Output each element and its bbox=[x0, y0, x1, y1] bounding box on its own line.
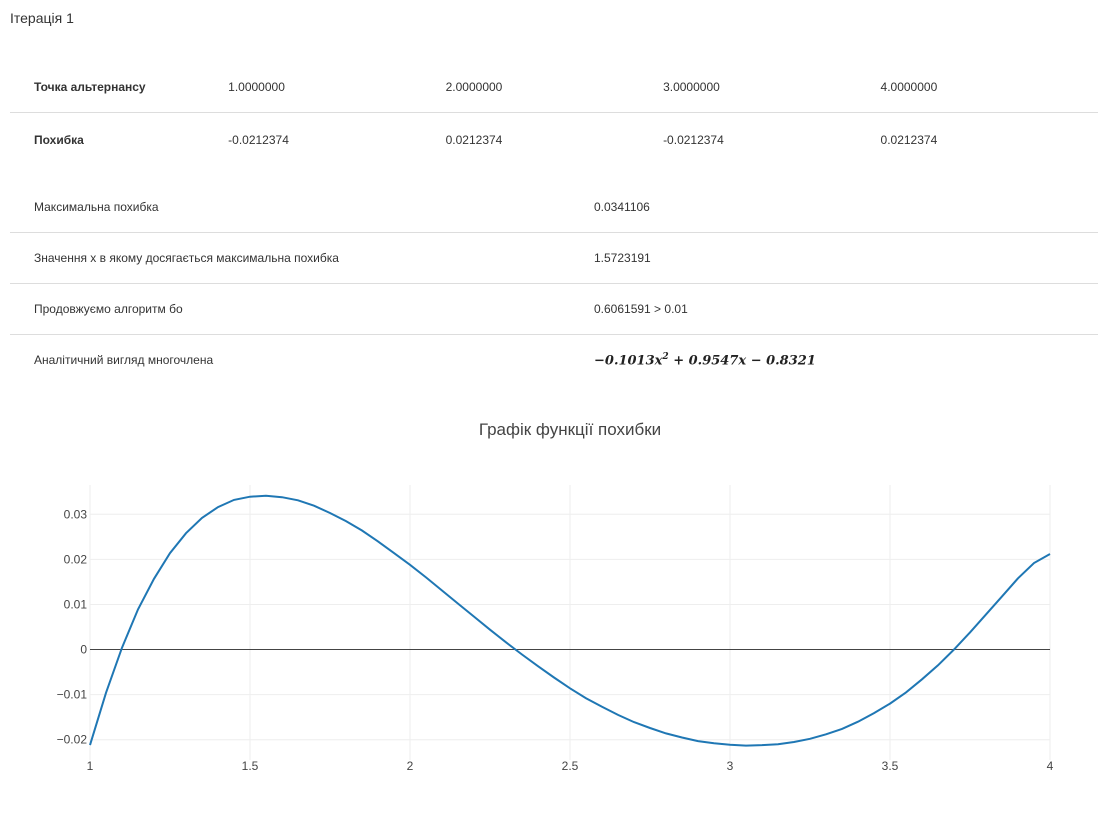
continue-value: 0.6061591 > 0.01 bbox=[594, 302, 688, 316]
alternance-errors-row: Похибка -0.0212374 0.0212374 -0.0212374 … bbox=[10, 113, 1098, 166]
polynomial-row: Аналітичний вигляд многочлена −0.1013x2 … bbox=[10, 335, 1098, 385]
alternance-error-cell: -0.0212374 bbox=[228, 132, 289, 147]
alternance-errors-label: Похибка bbox=[34, 132, 84, 147]
iteration-title: Ітерація 1 bbox=[10, 10, 74, 26]
continue-row: Продовжуємо алгоритм бо 0.6061591 > 0.01 bbox=[10, 284, 1098, 335]
y-tick-label: −0.02 bbox=[57, 733, 88, 747]
polynomial-label: Аналітичний вигляд многочлена bbox=[34, 353, 214, 367]
x-tick-label: 1.5 bbox=[242, 759, 259, 773]
alternance-point-cell: 1.0000000 bbox=[228, 80, 285, 94]
max-error-label: Максимальна похибка bbox=[34, 200, 159, 214]
max-error-value: 0.0341106 bbox=[594, 200, 650, 214]
x-tick-label: 1 bbox=[87, 759, 94, 773]
continue-label: Продовжуємо алгоритм бо bbox=[34, 302, 183, 316]
alternance-error-cell: -0.0212374 bbox=[663, 132, 724, 147]
poly-c2: −0.1013 bbox=[594, 353, 655, 369]
y-tick-label: 0.01 bbox=[64, 597, 88, 611]
alternance-points-label: Точка альтернансу bbox=[34, 80, 146, 94]
alternance-error-cell: 0.0212374 bbox=[880, 132, 938, 147]
x-tick-label: 3.5 bbox=[882, 759, 899, 773]
y-tick-label: 0.03 bbox=[64, 507, 88, 521]
max-error-x-label: Значення x в якому досягається максималь… bbox=[34, 251, 339, 265]
max-error-x-value: 1.5723191 bbox=[594, 251, 651, 265]
max-error-x-row: Значення x в якому досягається максималь… bbox=[10, 233, 1098, 284]
poly-c0: − 0.8321 bbox=[750, 353, 816, 369]
poly-exp: 2 bbox=[662, 351, 669, 362]
alternance-error-cell: 0.0212374 bbox=[445, 132, 503, 147]
y-tick-label: 0 bbox=[80, 643, 87, 657]
alternance-point-cell: 3.0000000 bbox=[663, 80, 720, 94]
y-tick-label: −0.01 bbox=[57, 688, 88, 702]
x-tick-label: 2 bbox=[407, 759, 414, 773]
polynomial-formula: −0.1013x2 + 0.9547x − 0.8321 bbox=[594, 352, 1098, 368]
error-chart: Графік функції похибки 1 1.5 2 2.5 3 3.5 4 −0.0… bbox=[57, 420, 1054, 773]
max-error-row: Максимальна похибка 0.0341106 bbox=[10, 182, 1098, 233]
poly-var2: x bbox=[738, 353, 747, 369]
poly-c1: + 0.9547 bbox=[673, 353, 739, 369]
x-tick-label: 2.5 bbox=[562, 759, 579, 773]
chart-title: Графік функції похибки bbox=[479, 420, 661, 439]
alternance-point-cell: 2.0000000 bbox=[445, 80, 503, 94]
y-tick-label: 0.02 bbox=[64, 552, 88, 566]
x-tick-label: 3 bbox=[727, 759, 734, 773]
axis-layer: 1 1.5 2 2.5 3 3.5 4 −0.02 −0.01 0 0.01 0.02 0.03 bbox=[57, 507, 1054, 773]
x-tick-label: 4 bbox=[1047, 759, 1054, 773]
alternance-points-row: Точка альтернансу 1.0000000 2.0000000 3.… bbox=[10, 62, 1098, 113]
alternance-point-cell: 4.0000000 bbox=[880, 80, 938, 94]
grid-layer bbox=[89, 485, 1051, 760]
